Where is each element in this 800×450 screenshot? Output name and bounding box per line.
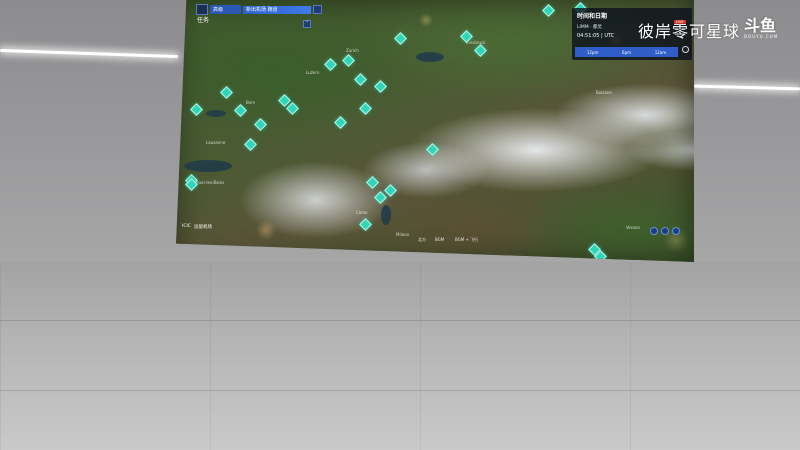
grid-icon[interactable]	[672, 227, 680, 235]
gear-icon[interactable]	[682, 46, 689, 53]
time-tick: 6pm	[622, 49, 632, 55]
time-panel-clock: 04:51:05 | UTC	[577, 33, 615, 39]
wall-light-right	[693, 84, 800, 91]
layers-icon[interactable]	[661, 227, 669, 235]
locate-icon[interactable]	[650, 227, 658, 235]
time-tick: 12am	[654, 49, 667, 55]
chevron-down-icon[interactable]: ˅	[303, 20, 311, 28]
watermark-logo: 斗鱼	[744, 16, 777, 35]
floor	[0, 262, 800, 450]
time-tick: 12pm	[586, 49, 599, 55]
map-place-label: Bolzano	[596, 90, 612, 95]
category-name[interactable]: 高级	[210, 5, 242, 14]
map-top-toolbar: 高级 新出机场 跑道	[196, 4, 323, 15]
bottom-left-status: ICIC 逗留机场	[182, 224, 212, 230]
floor-seam	[0, 390, 800, 391]
map-place-label: Zurich	[346, 48, 359, 53]
stream-watermark: 彼岸零可星球 斗鱼 DOUYU.COM	[638, 18, 778, 42]
floor-seam	[0, 320, 800, 321]
category-bar[interactable]: 新出机场 跑道	[243, 5, 312, 14]
watermark-text: 彼岸零可星球	[638, 22, 741, 41]
wall-light-left	[0, 48, 178, 59]
category-toggle[interactable]	[196, 4, 208, 15]
map-place-label: Verona	[626, 225, 640, 230]
map-place-label: Luzern	[306, 70, 320, 75]
map-controls	[650, 227, 680, 235]
time-slider[interactable]: 12pm 6pm 12am	[575, 47, 678, 57]
map-place-label: Milano	[396, 232, 410, 237]
map-place-label: Como	[356, 210, 368, 215]
lake-constance	[416, 52, 444, 62]
douyu-logo: 斗鱼 DOUYU.COM	[744, 16, 779, 40]
mission-label: 任务	[197, 17, 210, 24]
lake-geneva	[184, 160, 232, 172]
map-place-label: Lausanne	[206, 140, 226, 145]
bottom-label[interactable]: BGM + 飞行	[455, 237, 478, 243]
watermark-logo-sub: DOUYU.COM	[744, 34, 779, 39]
bottom-label[interactable]: BGM	[435, 237, 444, 242]
airport-status-label: 逗留机场	[193, 225, 212, 230]
time-panel-location: LIMM · 都灵	[577, 25, 602, 30]
map-place-label: Bern	[246, 100, 256, 105]
lake-maggiore	[381, 205, 391, 225]
map-place-label: Innsbruck	[466, 40, 486, 45]
time-panel-title: 时间和日期	[577, 13, 608, 20]
bottom-label[interactable]: 北方	[418, 237, 426, 243]
filter-icon[interactable]	[313, 5, 323, 14]
airport-code: ICIC	[182, 224, 191, 229]
lake-neuchatel	[206, 110, 226, 117]
